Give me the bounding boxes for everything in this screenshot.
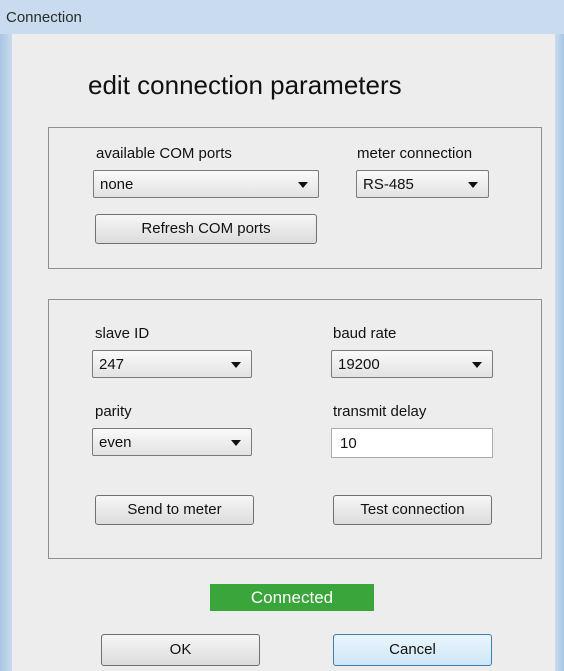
connection-status-badge: Connected: [210, 584, 374, 611]
title-bar[interactable]: Connection: [0, 0, 564, 34]
parity-select[interactable]: even: [92, 428, 252, 456]
send-to-meter-button[interactable]: Send to meter: [95, 495, 254, 525]
transmit-delay-field[interactable]: 10: [331, 428, 493, 458]
chevron-down-icon: [231, 440, 241, 446]
slave-id-value: 247: [99, 356, 125, 373]
window-frame-left: [0, 0, 12, 671]
meter-connection-value: RS-485: [363, 176, 414, 193]
baud-rate-label: baud rate: [333, 325, 397, 342]
parity-value: even: [99, 434, 132, 451]
slave-id-label: slave ID: [95, 325, 150, 342]
meter-connection-select[interactable]: RS-485: [356, 170, 489, 198]
chevron-down-icon: [231, 362, 241, 368]
test-connection-button[interactable]: Test connection: [333, 495, 492, 525]
refresh-com-ports-button[interactable]: Refresh COM ports: [95, 214, 317, 244]
parity-label: parity: [95, 403, 132, 420]
transmit-delay-value: 10: [340, 435, 357, 452]
page-title: edit connection parameters: [88, 70, 402, 100]
baud-rate-value: 19200: [338, 356, 380, 373]
slave-id-select[interactable]: 247: [92, 350, 252, 378]
cancel-button[interactable]: Cancel: [333, 634, 492, 666]
window-frame-right: [555, 0, 564, 671]
chevron-down-icon: [298, 182, 308, 188]
baud-rate-select[interactable]: 19200: [331, 350, 493, 378]
meter-connection-label: meter connection: [357, 145, 473, 162]
ok-button[interactable]: OK: [101, 634, 260, 666]
chevron-down-icon: [468, 182, 478, 188]
available-com-ports-value: none: [100, 176, 134, 193]
window-title: Connection: [6, 9, 82, 26]
available-com-ports-label: available COM ports: [96, 145, 232, 162]
available-com-ports-select[interactable]: none: [93, 170, 319, 198]
transmit-delay-label: transmit delay: [333, 403, 427, 420]
chevron-down-icon: [472, 362, 482, 368]
